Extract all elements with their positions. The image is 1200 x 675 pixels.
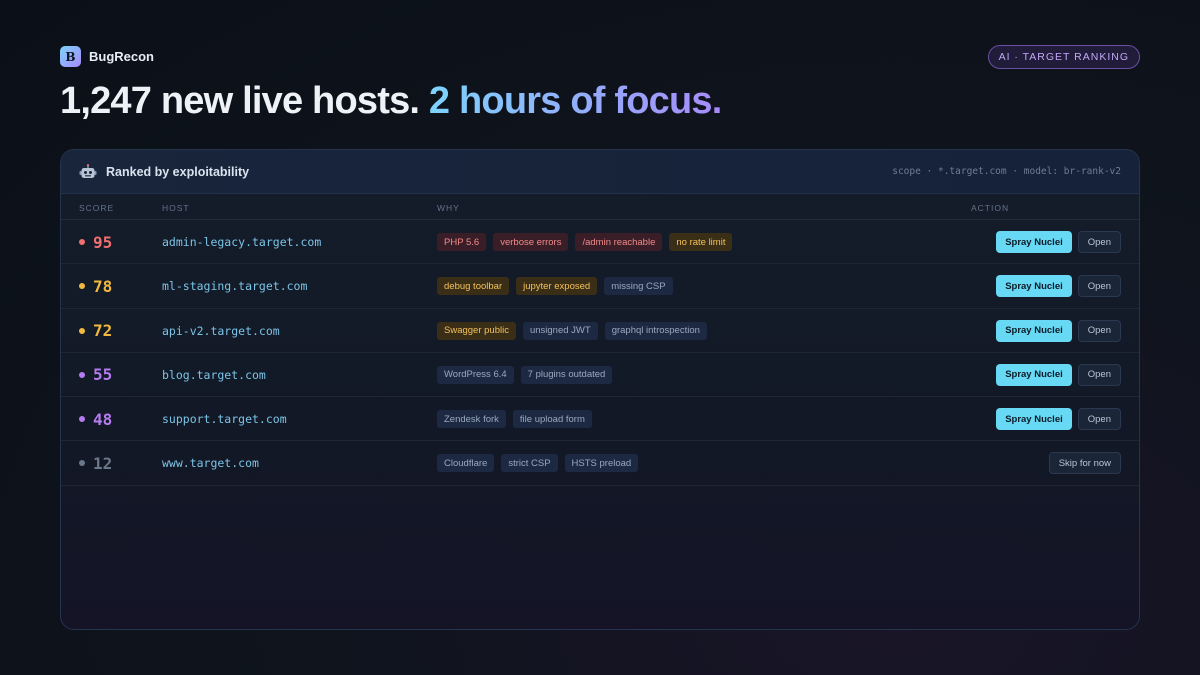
mode-badge: AI · TARGET RANKING <box>987 45 1140 69</box>
table-row: 48 support.target.com Zendesk fork file upl… <box>61 397 1139 442</box>
spray-nuclei-button[interactable]: Spray Nuclei <box>996 275 1072 298</box>
finding-tag: 7 plugins outdated <box>520 365 613 384</box>
score-value: 95 <box>93 232 113 252</box>
severity-dot-icon <box>79 371 85 378</box>
skip-for-now-button[interactable]: Skip for now <box>1048 452 1121 475</box>
host-name[interactable]: blog.target.com <box>162 353 266 397</box>
score-cell: 78 <box>79 264 112 308</box>
host-name[interactable]: ml-staging.target.com <box>162 264 307 308</box>
open-button[interactable]: Open <box>1077 231 1121 253</box>
headline-focus: 2 hours of focus. <box>428 80 722 122</box>
finding-tag: strict CSP <box>501 454 558 473</box>
severity-dot-icon <box>79 239 85 245</box>
finding-tag: /admin reachable <box>575 233 663 251</box>
finding-tag: file upload form <box>512 410 592 429</box>
brand-name: BugRecon <box>89 49 154 64</box>
score-value: 12 <box>93 453 113 473</box>
score-cell: 12 <box>79 441 112 485</box>
spray-nuclei-button[interactable]: Spray Nuclei <box>996 363 1072 386</box>
table-row: 55 blog.target.com WordPress 6.4 7 plugins … <box>61 353 1139 398</box>
finding-tag: WordPress 6.4 <box>437 365 514 384</box>
open-button[interactable]: Open <box>1077 319 1121 342</box>
severity-dot-icon <box>79 460 85 467</box>
score-cell: 72 <box>79 309 112 353</box>
row-actions: Spray Nuclei Open <box>996 397 1121 441</box>
row-actions: Spray Nuclei Open <box>996 309 1121 353</box>
ranking-panel: Ranked by exploitability scope · *.targe… <box>60 149 1140 630</box>
score-cell: 48 <box>79 397 112 441</box>
host-name[interactable]: support.target.com <box>162 397 287 441</box>
score-value: 55 <box>93 365 113 385</box>
open-button[interactable]: Open <box>1077 408 1121 431</box>
panel-meta: scope · *.target.com · model: br-rank-v2 <box>892 166 1121 177</box>
score-cell: 55 <box>79 353 112 397</box>
robot-icon <box>79 163 97 178</box>
why-tags: WordPress 6.4 7 plugins outdated <box>437 353 613 397</box>
score-cell: 95 <box>79 220 112 264</box>
headline: 1,247 new live hosts. 2 hours of focus. <box>60 80 722 123</box>
host-table: 95 admin-legacy.target.com PHP 5.6 verbose … <box>61 220 1139 486</box>
brand: B BugRecon <box>60 46 154 67</box>
table-row: 78 ml-staging.target.com debug toolbar jupy… <box>61 264 1139 309</box>
open-button[interactable]: Open <box>1077 363 1121 386</box>
finding-tag: Zendesk fork <box>437 410 506 429</box>
open-button[interactable]: Open <box>1077 275 1121 298</box>
finding-tag: no rate limit <box>669 233 733 251</box>
finding-tag: HSTS preload <box>564 454 639 473</box>
finding-tag: missing CSP <box>604 277 673 296</box>
table-header: SCORE HOST WHY ACTION <box>61 194 1139 220</box>
panel-header: Ranked by exploitability scope · *.targe… <box>61 150 1139 194</box>
score-value: 48 <box>93 409 113 429</box>
col-score: SCORE <box>79 203 115 213</box>
severity-dot-icon <box>79 416 85 423</box>
why-tags: Swagger public unsigned JWT graphql intros… <box>437 309 707 353</box>
row-actions: Spray Nuclei Open <box>996 353 1121 397</box>
host-name[interactable]: api-v2.target.com <box>162 309 280 353</box>
host-name[interactable]: www.target.com <box>162 441 259 485</box>
spray-nuclei-button[interactable]: Spray Nuclei <box>996 231 1072 253</box>
headline-count: 1,247 new live hosts. <box>60 80 420 122</box>
table-row: 72 api-v2.target.com Swagger public unsigne… <box>61 309 1139 353</box>
finding-tag: PHP 5.6 <box>437 233 487 251</box>
why-tags: Zendesk fork file upload form <box>437 397 592 441</box>
why-tags: debug toolbar jupyter exposed missing CSP <box>437 264 673 308</box>
col-action: ACTION <box>971 203 1010 213</box>
host-name[interactable]: admin-legacy.target.com <box>162 220 321 264</box>
finding-tag: debug toolbar <box>437 277 510 296</box>
finding-tag: jupyter exposed <box>516 277 598 296</box>
finding-tag: unsigned JWT <box>522 321 598 340</box>
table-row: 12 www.target.com Cloudflare strict CSP HSTS… <box>61 441 1139 486</box>
why-tags: PHP 5.6 verbose errors/admin reachable no … <box>437 220 733 264</box>
why-tags: Cloudflare strict CSP HSTS preload <box>437 441 639 485</box>
brand-logo: B <box>60 46 81 67</box>
score-value: 72 <box>93 321 113 341</box>
spray-nuclei-button[interactable]: Spray Nuclei <box>996 319 1072 342</box>
row-actions: Spray Nuclei Open <box>996 220 1121 264</box>
table-row: 95 admin-legacy.target.com PHP 5.6 verbose … <box>61 220 1139 265</box>
panel-title: Ranked by exploitability <box>106 164 250 179</box>
score-value: 78 <box>93 276 113 296</box>
row-actions: Skip for now <box>1048 441 1121 485</box>
finding-tag: Swagger public <box>437 321 516 340</box>
finding-tag: graphql introspection <box>604 321 707 340</box>
severity-dot-icon <box>79 283 85 290</box>
col-why: WHY <box>437 203 460 213</box>
row-actions: Spray Nuclei Open <box>996 264 1121 308</box>
col-host: HOST <box>162 203 190 213</box>
severity-dot-icon <box>79 327 85 334</box>
spray-nuclei-button[interactable]: Spray Nuclei <box>996 408 1072 431</box>
finding-tag: verbose errors <box>493 233 569 251</box>
finding-tag: Cloudflare <box>437 454 495 473</box>
